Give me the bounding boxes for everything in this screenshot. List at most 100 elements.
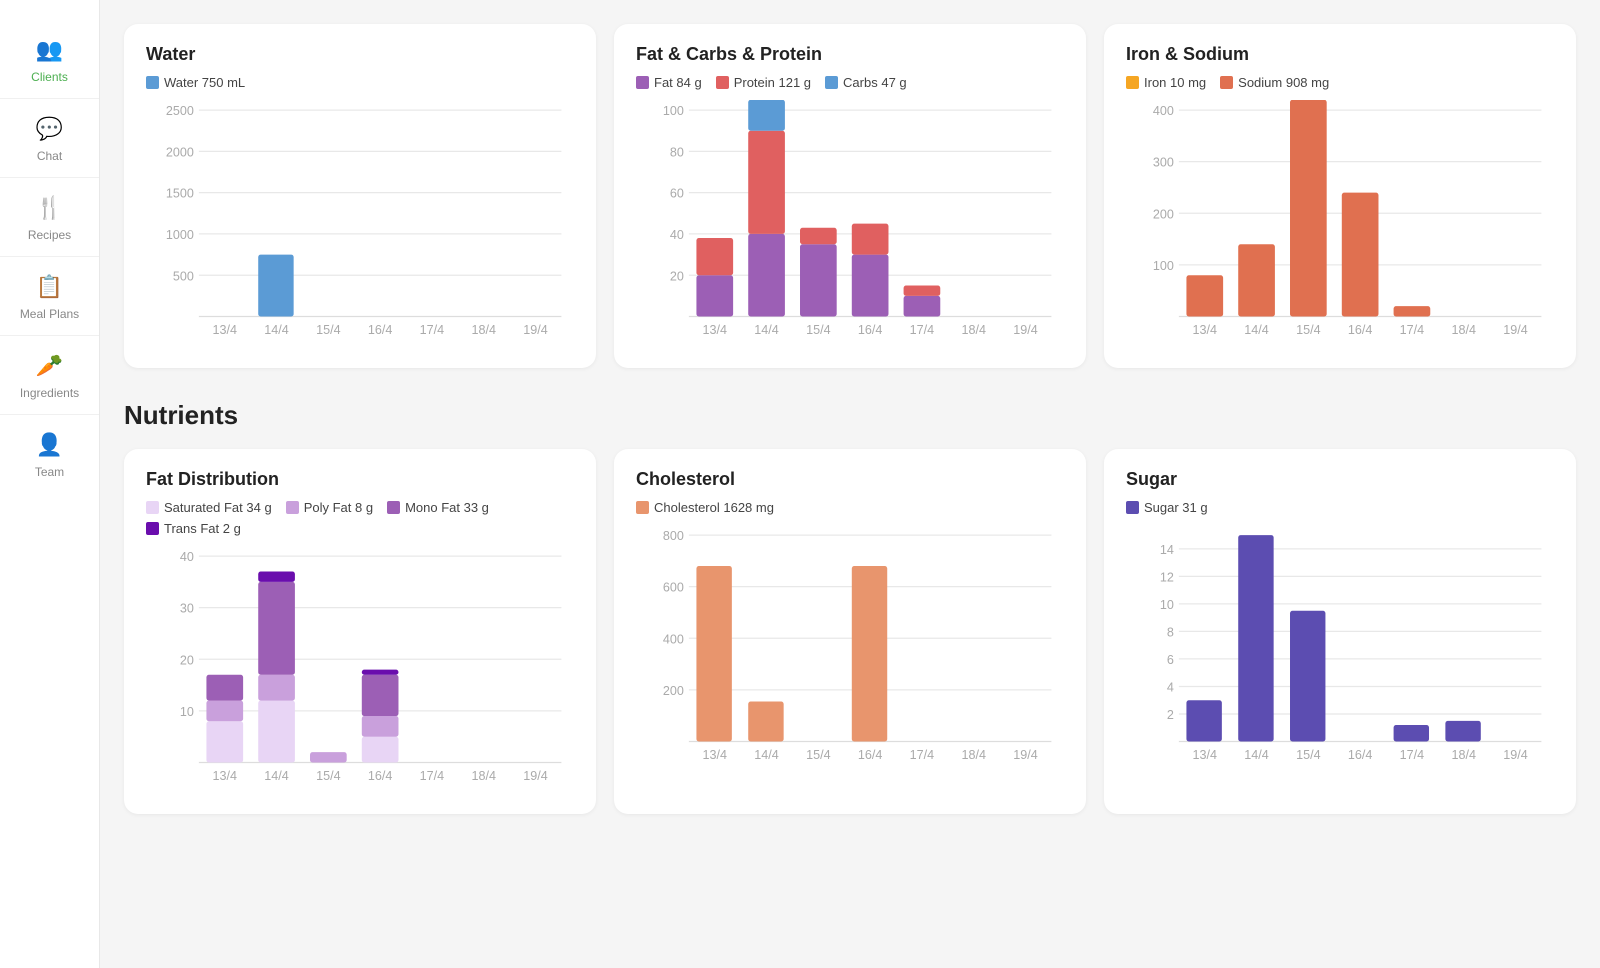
sidebar-item-recipes[interactable]: 🍴 Recipes [0,178,99,257]
legend-label: Carbs 47 g [843,75,907,90]
legend-item: Carbs 47 g [825,75,907,90]
svg-text:19/4: 19/4 [523,323,547,337]
svg-text:19/4: 19/4 [523,769,547,783]
svg-text:20: 20 [180,653,194,667]
svg-text:13/4: 13/4 [213,323,237,337]
svg-text:13/4: 13/4 [213,769,237,783]
legend-color-dot [286,501,299,514]
sidebar-label-4: Ingredients [20,386,79,400]
svg-text:800: 800 [663,529,684,543]
svg-text:14: 14 [1160,543,1174,557]
sidebar-label-5: Team [35,465,64,479]
card-title: Water [146,44,574,65]
svg-text:17/4: 17/4 [910,748,934,762]
sidebar-item-ingredients[interactable]: 🥕 Ingredients [0,336,99,415]
sidebar-item-meal-plans[interactable]: 📋 Meal Plans [0,257,99,336]
legend-item: Mono Fat 33 g [387,500,489,515]
nutrients-charts-row: Fat Distribution Saturated Fat 34 g Poly F… [124,449,1576,814]
chart-card-fat-carbs-protein: Fat & Carbs & ProteinFat 84 gProtein 121… [614,24,1086,368]
svg-text:17/4: 17/4 [420,769,444,783]
svg-text:18/4: 18/4 [1451,323,1475,337]
svg-text:16/4: 16/4 [858,323,882,337]
legend-item: Sugar 31 g [1126,500,1208,515]
chart-area: 20040060080013/414/415/416/417/418/419/4 [636,525,1064,777]
chart-card-water: WaterWater 750 mL500100015002000250013/4… [124,24,596,368]
svg-text:12: 12 [1160,570,1174,584]
legend-color-dot [146,501,159,514]
legend-label: Protein 121 g [734,75,811,90]
svg-text:18/4: 18/4 [471,323,495,337]
svg-text:13/4: 13/4 [1193,323,1217,337]
legend-color-dot [387,501,400,514]
svg-text:60: 60 [670,187,684,201]
svg-text:17/4: 17/4 [1400,748,1424,762]
sidebar-item-team[interactable]: 👤 Team [0,415,99,493]
legend-label: Poly Fat 8 g [304,500,373,515]
svg-text:1500: 1500 [166,187,194,201]
svg-text:2500: 2500 [166,104,194,118]
svg-text:18/4: 18/4 [961,748,985,762]
legend-item: Protein 121 g [716,75,811,90]
svg-text:18/4: 18/4 [471,769,495,783]
svg-text:200: 200 [663,684,684,698]
sidebar-label-3: Meal Plans [20,307,79,321]
svg-text:40: 40 [670,228,684,242]
chart-legend: Sugar 31 g [1126,500,1554,515]
svg-text:16/4: 16/4 [1348,323,1372,337]
svg-text:6: 6 [1167,653,1174,667]
svg-text:200: 200 [1153,207,1174,221]
legend-color-dot [825,76,838,89]
legend-label: Iron 10 mg [1144,75,1206,90]
sidebar-item-clients[interactable]: 👥 Clients [0,20,99,99]
legend-color-dot [636,501,649,514]
sidebar: 👥 Clients 💬 Chat 🍴 Recipes 📋 Meal Plans … [0,0,100,968]
legend-item: Sodium 908 mg [1220,75,1329,90]
legend-label: Trans Fat 2 g [164,521,241,536]
svg-text:18/4: 18/4 [961,323,985,337]
legend-color-dot [636,76,649,89]
svg-text:19/4: 19/4 [1503,748,1527,762]
legend-item: Saturated Fat 34 g [146,500,272,515]
svg-text:8: 8 [1167,625,1174,639]
chart-legend: Iron 10 mg Sodium 908 mg [1126,75,1554,90]
legend-label: Cholesterol 1628 mg [654,500,774,515]
svg-text:16/4: 16/4 [368,769,392,783]
svg-text:14/4: 14/4 [264,769,288,783]
sidebar-item-chat[interactable]: 💬 Chat [0,99,99,178]
legend-label: Sodium 908 mg [1238,75,1329,90]
chart-area: 500100015002000250013/414/415/416/417/41… [146,100,574,352]
chart-legend: Saturated Fat 34 g Poly Fat 8 g Mono Fat 3… [146,500,574,536]
svg-text:15/4: 15/4 [316,769,340,783]
sidebar-icon-2: 🍴 [34,192,66,224]
svg-text:20: 20 [670,269,684,283]
svg-text:16/4: 16/4 [368,323,392,337]
sidebar-label-0: Clients [31,70,68,84]
card-title: Iron & Sodium [1126,44,1554,65]
svg-text:14/4: 14/4 [1244,323,1268,337]
legend-label: Saturated Fat 34 g [164,500,272,515]
svg-text:15/4: 15/4 [806,748,830,762]
svg-text:13/4: 13/4 [703,748,727,762]
svg-text:500: 500 [173,269,194,283]
svg-text:16/4: 16/4 [1348,748,1372,762]
svg-text:13/4: 13/4 [703,323,727,337]
svg-text:4: 4 [1167,680,1174,694]
chart-card-fat-distribution: Fat Distribution Saturated Fat 34 g Poly F… [124,449,596,814]
svg-text:15/4: 15/4 [806,323,830,337]
sidebar-label-2: Recipes [28,228,71,242]
chart-area: 10020030040013/414/415/416/417/418/419/4 [1126,100,1554,352]
card-title: Cholesterol [636,469,1064,490]
legend-label: Fat 84 g [654,75,702,90]
legend-item: Water 750 mL [146,75,245,90]
card-title: Sugar [1126,469,1554,490]
chart-card-sugar: SugarSugar 31 g246810121413/414/415/416/… [1104,449,1576,814]
sidebar-icon-1: 💬 [34,113,66,145]
card-title: Fat Distribution [146,469,574,490]
svg-text:10: 10 [180,705,194,719]
svg-text:14/4: 14/4 [264,323,288,337]
svg-text:18/4: 18/4 [1451,748,1475,762]
svg-text:100: 100 [1153,259,1174,273]
chart-area: 246810121413/414/415/416/417/418/419/4 [1126,525,1554,777]
svg-text:400: 400 [1153,104,1174,118]
legend-color-dot [1126,501,1139,514]
